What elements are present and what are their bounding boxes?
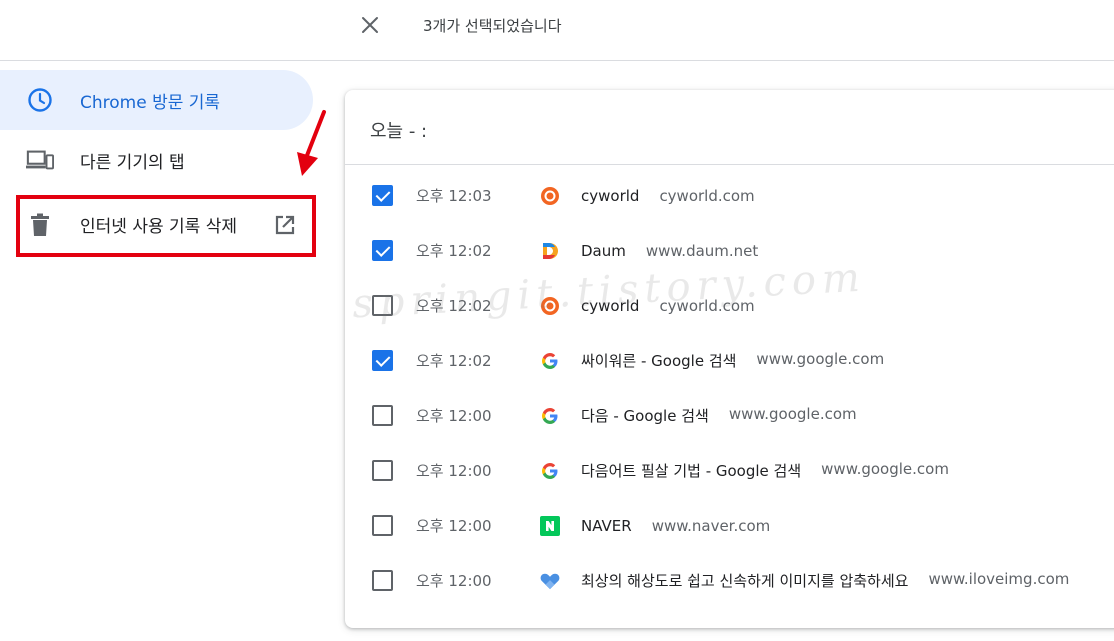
- cyworld-favicon: [540, 186, 560, 206]
- history-row: 오후 12:02 cyworld cyworld.com: [345, 278, 1114, 333]
- row-checkbox[interactable]: [372, 515, 393, 536]
- row-checkbox[interactable]: [372, 185, 393, 206]
- history-entry-link[interactable]: cyworld cyworld.com: [581, 187, 755, 205]
- sidebar-item-clear-browsing-data[interactable]: 인터넷 사용 기록 삭제: [0, 196, 320, 253]
- page-title: Daum: [581, 241, 626, 260]
- history-row: 오후 12:02 Daum www.daum.net: [345, 223, 1114, 278]
- annotation-arrow: [297, 110, 326, 176]
- page-title: 싸이워른 - Google 검색: [581, 352, 737, 370]
- selection-toolbar: 3개가 선택되었습니다: [0, 0, 1114, 61]
- visit-time: 오후 12:02: [416, 297, 492, 315]
- trash-icon: [26, 211, 54, 239]
- history-row: 오후 12:02 싸이워른 - Google 검색 www.google.com: [345, 333, 1114, 388]
- page-title: 최상의 해상도로 쉽고 신속하게 이미지를 압축하세요: [581, 572, 909, 590]
- page-domain: www.daum.net: [645, 241, 759, 260]
- page-domain: www.naver.com: [651, 516, 771, 535]
- selection-count-text: 3개가 선택되었습니다: [423, 17, 562, 35]
- page-domain: www.iloveimg.com: [928, 570, 1070, 588]
- history-entry-link[interactable]: 다음 - Google 검색 www.google.com: [581, 405, 857, 426]
- cyworld-favicon: [540, 296, 560, 316]
- sidebar: Chrome 방문 기록 다른 기기의 탭 인터넷 사용 기록 삭제: [0, 70, 320, 253]
- history-row: 오후 12:00 최상의 해상도로 쉽고 신속하게 이미지를 압축하세요 www…: [345, 553, 1114, 608]
- google-favicon: [540, 406, 560, 426]
- history-row: 오후 12:00 다음 - Google 검색 www.google.com: [345, 388, 1114, 443]
- visit-time: 오후 12:00: [416, 517, 492, 535]
- row-checkbox[interactable]: [372, 570, 393, 591]
- history-row: 오후 12:00 NAVER www.naver.com: [345, 498, 1114, 553]
- page-title: NAVER: [581, 516, 632, 535]
- page-title: 다음어트 필살 기법 - Google 검색: [581, 462, 802, 480]
- history-entry-link[interactable]: Daum www.daum.net: [581, 242, 758, 260]
- sidebar-item-other-devices[interactable]: 다른 기기의 탭: [0, 130, 320, 190]
- page-domain: www.google.com: [756, 350, 885, 368]
- google-favicon: [540, 351, 560, 371]
- page-title: cyworld: [581, 296, 640, 315]
- iloveimg-favicon: [540, 571, 560, 591]
- row-checkbox[interactable]: [372, 240, 393, 261]
- daum-favicon: [540, 241, 560, 261]
- history-entry-link[interactable]: 다음어트 필살 기법 - Google 검색 www.google.com: [581, 460, 949, 481]
- visit-time: 오후 12:00: [416, 572, 492, 590]
- date-header: 오늘 - :: [345, 90, 1114, 165]
- naver-favicon: [540, 515, 560, 536]
- history-page: 3개가 선택되었습니다 Chrome 방문 기록 다른 기기의 탭 인터넷 사용…: [0, 0, 1114, 641]
- sidebar-item-label: 다른 기기의 탭: [80, 152, 185, 173]
- google-favicon: [540, 461, 560, 481]
- history-entry-link[interactable]: cyworld cyworld.com: [581, 297, 755, 315]
- page-title: 다음 - Google 검색: [581, 407, 709, 425]
- sidebar-item-chrome-history[interactable]: Chrome 방문 기록: [0, 70, 313, 130]
- visit-time: 오후 12:00: [416, 462, 492, 480]
- visit-time: 오후 12:02: [416, 352, 492, 370]
- history-card: 오늘 - : 오후 12:03 cyworld cyworld.com 오후 1…: [345, 90, 1114, 628]
- sidebar-item-label: Chrome 방문 기록: [80, 92, 221, 113]
- close-icon[interactable]: [356, 11, 384, 39]
- history-entry-link[interactable]: NAVER www.naver.com: [581, 517, 770, 535]
- history-row: 오후 12:03 cyworld cyworld.com: [345, 168, 1114, 223]
- visit-time: 오후 12:03: [416, 187, 492, 205]
- page-domain: www.google.com: [821, 460, 949, 478]
- page-domain: www.google.com: [728, 405, 857, 423]
- row-checkbox[interactable]: [372, 295, 393, 316]
- clock-icon: [26, 86, 54, 114]
- page-domain: cyworld.com: [659, 186, 755, 205]
- history-row: 오후 12:00 다음어트 필살 기법 - Google 검색 www.goog…: [345, 443, 1114, 498]
- devices-icon: [26, 146, 54, 174]
- sidebar-item-label: 인터넷 사용 기록 삭제: [80, 217, 237, 237]
- history-entry-link[interactable]: 최상의 해상도로 쉽고 신속하게 이미지를 압축하세요 www.iloveimg…: [581, 570, 1069, 591]
- visit-time: 오후 12:00: [416, 407, 492, 425]
- history-entry-link[interactable]: 싸이워른 - Google 검색 www.google.com: [581, 350, 884, 371]
- row-checkbox[interactable]: [372, 350, 393, 371]
- row-checkbox[interactable]: [372, 405, 393, 426]
- open-in-new-icon: [272, 212, 298, 238]
- row-checkbox[interactable]: [372, 460, 393, 481]
- page-title: cyworld: [581, 186, 640, 205]
- visit-time: 오후 12:02: [416, 242, 492, 260]
- page-domain: cyworld.com: [659, 296, 755, 315]
- history-list: 오후 12:03 cyworld cyworld.com 오후 12:02 Da…: [345, 168, 1114, 608]
